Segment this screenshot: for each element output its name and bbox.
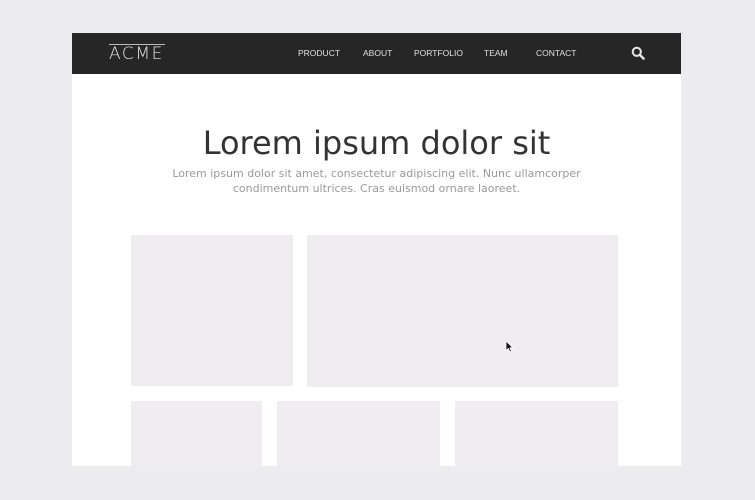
logo[interactable]: ACME: [109, 43, 164, 65]
image-placeholder-5[interactable]: [455, 401, 618, 466]
nav-item-portfolio[interactable]: PORTFOLIO: [414, 47, 463, 60]
navbar: ACME PRODUCT ABOUT PORTFOLIO TEAM CONTAC…: [72, 33, 681, 74]
hero-title: Lorem ipsum dolor sit: [202, 124, 551, 162]
hero-subtitle: Lorem ipsum dolor sit amet, consectetur …: [172, 167, 581, 195]
nav-item-team[interactable]: TEAM: [484, 47, 508, 60]
image-placeholder-3[interactable]: [131, 401, 262, 466]
website-page: ACME PRODUCT ABOUT PORTFOLIO TEAM CONTAC…: [72, 33, 681, 466]
nav-item-about[interactable]: ABOUT: [363, 47, 392, 60]
nav-item-contact[interactable]: CONTACT: [536, 47, 576, 60]
image-placeholder-4[interactable]: [277, 401, 440, 466]
search-icon[interactable]: [631, 46, 645, 60]
image-placeholder-1[interactable]: [131, 235, 293, 386]
image-placeholder-2[interactable]: [307, 235, 618, 387]
nav-item-product[interactable]: PRODUCT: [298, 47, 340, 60]
